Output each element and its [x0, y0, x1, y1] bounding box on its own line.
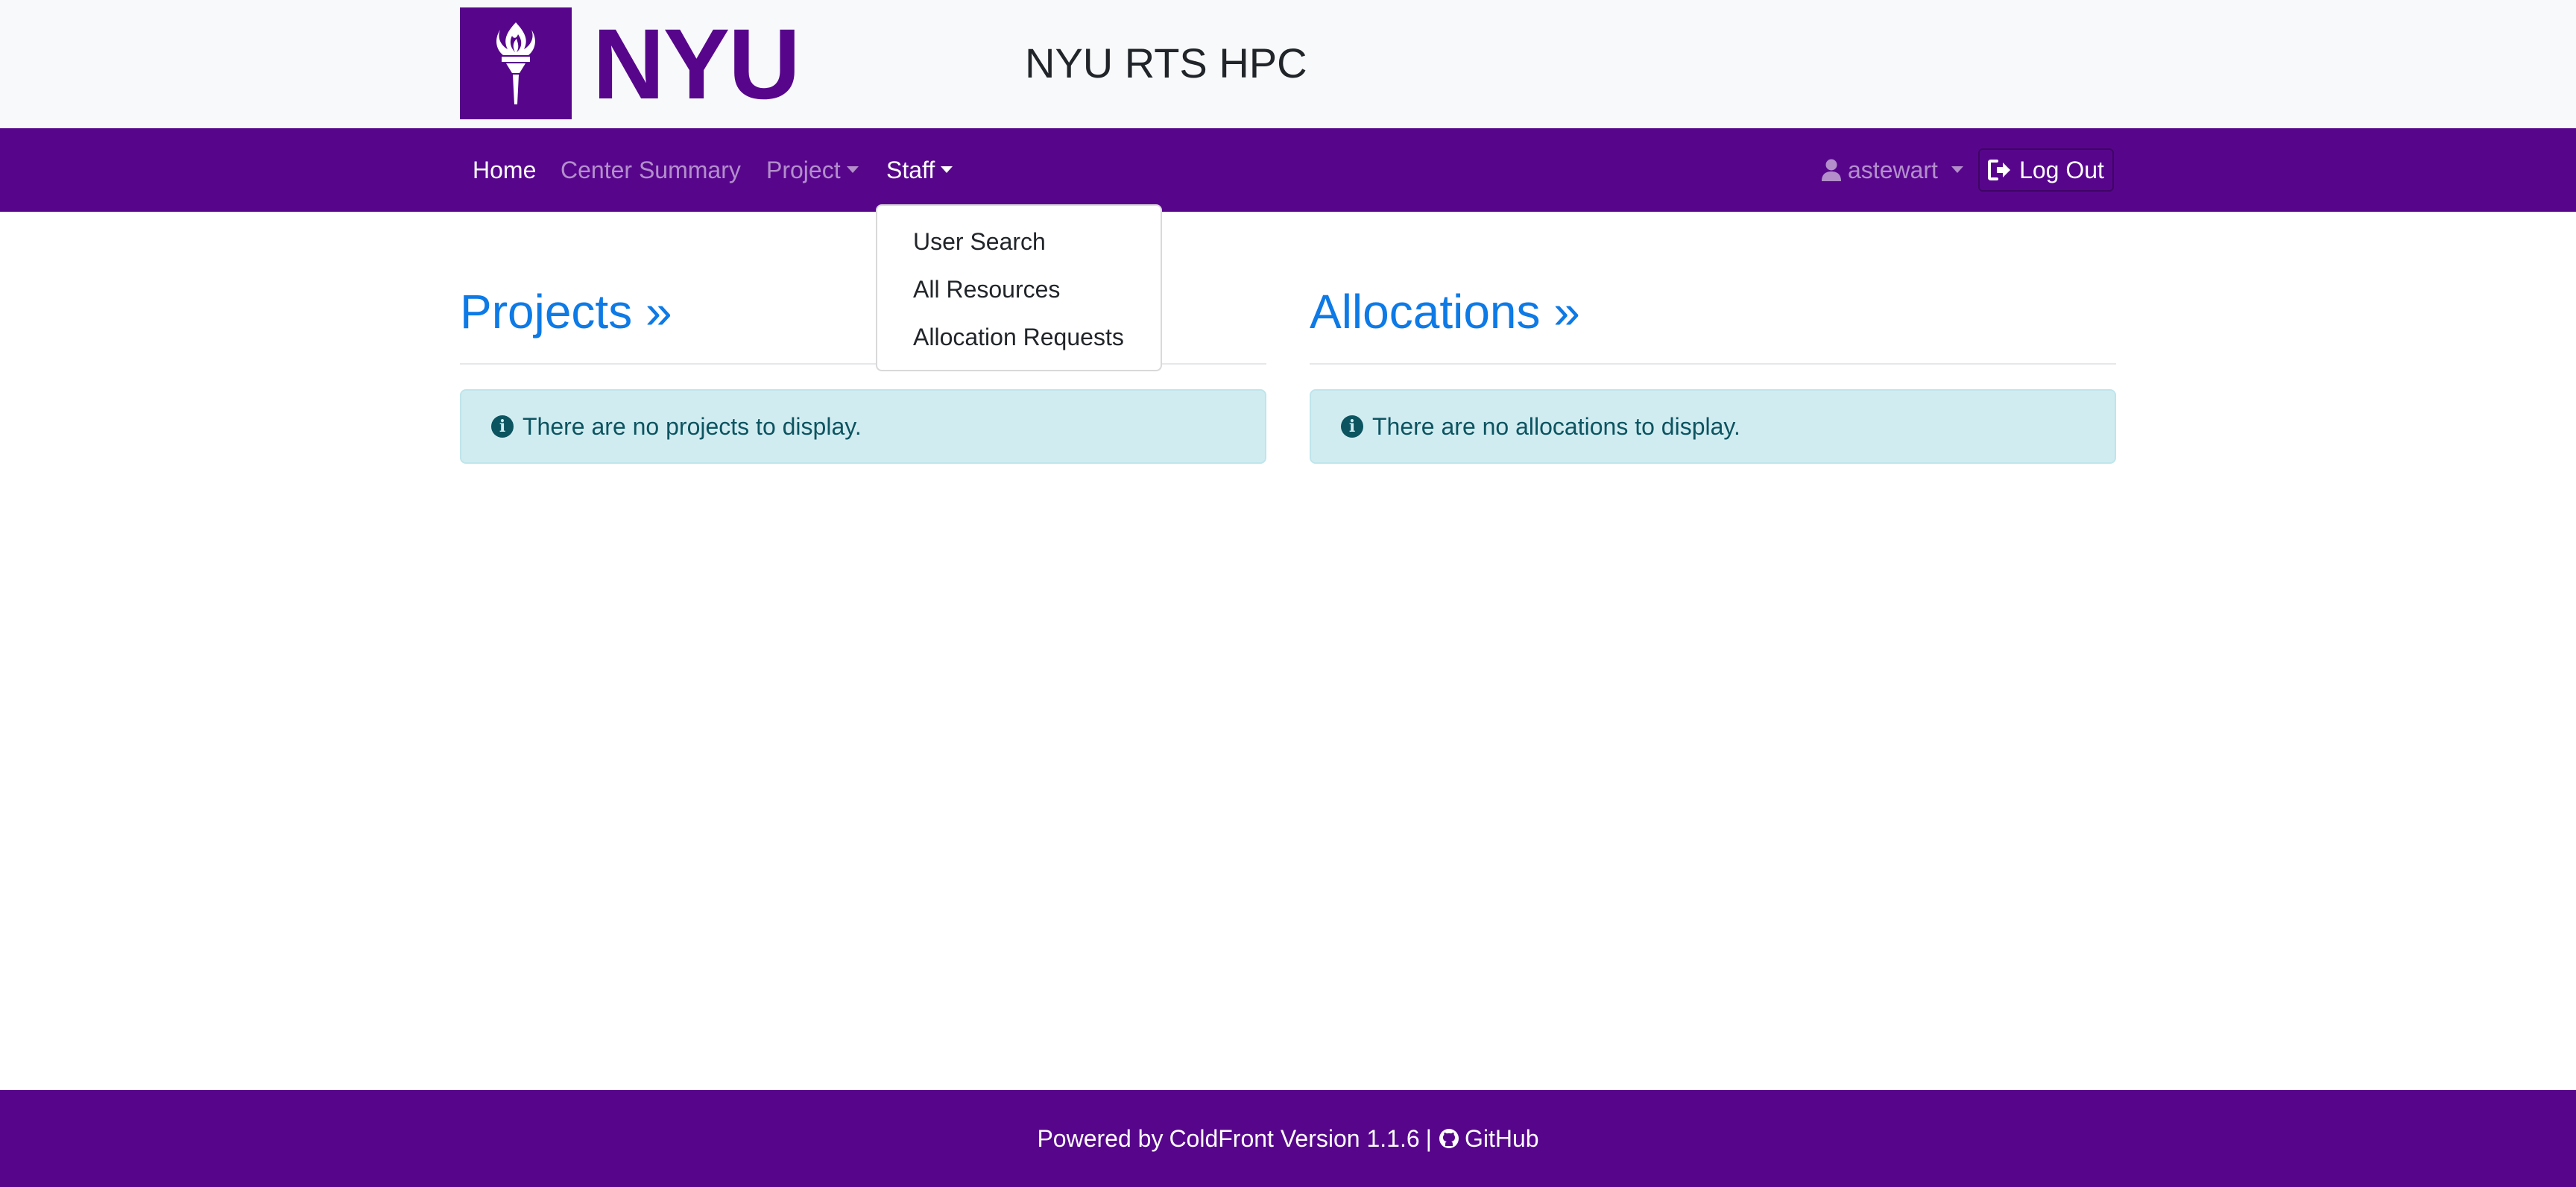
allocations-empty-message: There are no allocations to display. — [1372, 412, 1740, 440]
footer-powered-by: Powered by — [1037, 1124, 1164, 1152]
github-link[interactable]: GitHub — [1438, 1125, 1539, 1153]
nav-staff-dropdown[interactable]: Staff — [886, 128, 953, 212]
caret-down-icon — [1951, 166, 1963, 174]
nav-project-dropdown[interactable]: Project — [766, 128, 859, 212]
info-circle-icon: i — [491, 415, 514, 438]
nyu-torch-logo[interactable] — [460, 7, 572, 119]
nyu-wordmark[interactable]: NYU — [593, 9, 801, 121]
nav-center-summary[interactable]: Center Summary — [561, 128, 741, 212]
staff-menu-all-resources[interactable]: All Resources — [877, 265, 1161, 313]
main-navbar — [0, 128, 2576, 212]
projects-empty-message: There are no projects to display. — [523, 412, 862, 440]
github-icon — [1439, 1129, 1459, 1148]
logout-label: Log Out — [2019, 157, 2104, 183]
staff-menu-user-search[interactable]: User Search — [877, 218, 1161, 265]
allocations-heading-link[interactable]: Allocations » — [1310, 280, 1580, 344]
sign-out-icon — [1988, 160, 2011, 180]
nav-user-label: astewart — [1848, 157, 1938, 183]
footer: Powered by ColdFront Version 1.1.6 | Git… — [0, 1090, 2576, 1187]
coldfront-link[interactable]: ColdFront Version 1.1.6 — [1169, 1125, 1419, 1153]
caret-down-icon — [846, 166, 859, 174]
allocations-empty-alert: i There are no allocations to display. — [1310, 389, 2116, 464]
torch-icon — [496, 22, 535, 104]
nav-staff-label: Staff — [886, 157, 935, 183]
projects-heading-link[interactable]: Projects » — [460, 280, 672, 344]
nav-user-dropdown[interactable]: astewart — [1821, 128, 1963, 212]
nav-home[interactable]: Home — [473, 128, 536, 212]
info-circle-icon: i — [1341, 415, 1363, 438]
site-title: NYU RTS HPC — [1025, 40, 1307, 86]
user-icon — [1822, 159, 1841, 181]
allocations-divider — [1310, 363, 2116, 365]
caret-down-icon — [941, 166, 953, 174]
logout-button[interactable]: Log Out — [1978, 148, 2114, 192]
staff-dropdown-menu: User Search All Resources Allocation Req… — [876, 204, 1162, 371]
projects-empty-alert: i There are no projects to display. — [460, 389, 1266, 464]
nav-project-label: Project — [766, 157, 841, 183]
github-label: GitHub — [1464, 1124, 1539, 1152]
staff-menu-allocation-requests[interactable]: Allocation Requests — [877, 313, 1161, 361]
footer-separator: | — [1425, 1124, 1432, 1152]
